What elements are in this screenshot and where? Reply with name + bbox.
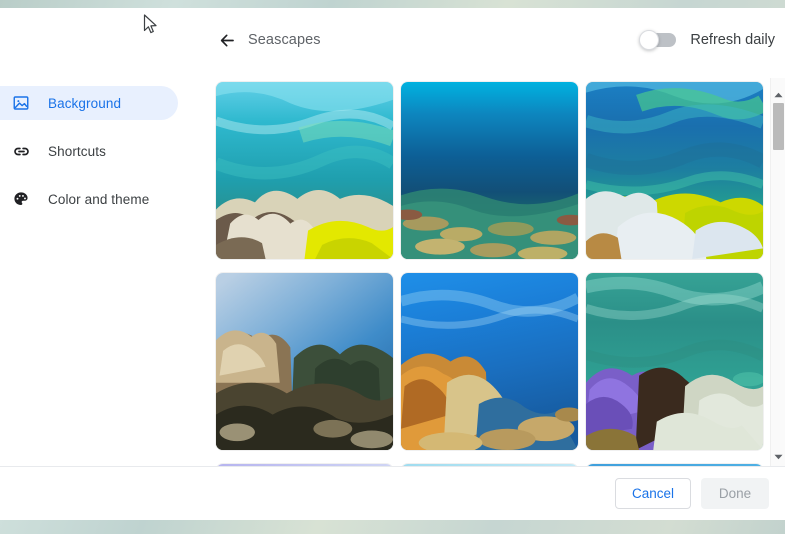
- refresh-daily-label: Refresh daily: [690, 32, 775, 48]
- seascape-thumbnail: [216, 82, 393, 259]
- refresh-daily-toggle[interactable]: [639, 30, 677, 50]
- background-tile[interactable]: [401, 82, 578, 259]
- refresh-daily-control: Refresh daily: [639, 30, 775, 50]
- sidebar-item-label: Background: [48, 95, 122, 111]
- toggle-knob: [639, 30, 660, 50]
- background-tile[interactable]: [216, 273, 393, 450]
- background-tile[interactable]: [586, 82, 763, 259]
- sidebar-item-label: Color and theme: [48, 191, 150, 207]
- cancel-button[interactable]: Cancel: [614, 478, 691, 509]
- dialog-footer: Cancel Done: [0, 467, 785, 520]
- background-tile[interactable]: [586, 273, 763, 450]
- sidebar-item-shortcuts[interactable]: Shortcuts: [0, 134, 200, 168]
- sidebar-item-label: Shortcuts: [48, 143, 106, 159]
- back-button[interactable]: [214, 30, 240, 56]
- seascape-thumbnail: [586, 82, 763, 259]
- image-icon: [10, 92, 32, 114]
- palette-icon: [10, 188, 32, 210]
- background-tile[interactable]: [401, 273, 578, 450]
- background-grid-region: [200, 78, 785, 466]
- grid-scrollbar[interactable]: [770, 78, 785, 466]
- dialog-header: Seascapes Refresh daily: [200, 8, 785, 78]
- caret-down-icon: [774, 447, 783, 465]
- caret-up-icon: [774, 85, 783, 103]
- done-button[interactable]: Done: [701, 478, 769, 509]
- link-icon: [10, 140, 32, 162]
- arrow-left-icon: [218, 31, 237, 55]
- sidebar-item-color-and-theme[interactable]: Color and theme: [0, 182, 200, 216]
- customize-chrome-dialog: Background Shortcuts Color and theme Sea…: [0, 8, 785, 520]
- scrollbar-thumb[interactable]: [773, 103, 784, 150]
- seascape-thumbnail: [401, 273, 578, 450]
- seascape-thumbnail: [401, 82, 578, 259]
- sidebar-item-background[interactable]: Background: [0, 86, 178, 120]
- seascape-thumbnail: [586, 273, 763, 450]
- scroll-down-button[interactable]: [771, 448, 785, 463]
- page-title: Seascapes: [248, 32, 321, 48]
- scroll-up-button[interactable]: [771, 86, 785, 101]
- background-tile[interactable]: [216, 82, 393, 259]
- seascape-thumbnail: [216, 273, 393, 450]
- background-grid: [200, 82, 770, 466]
- sidebar: Background Shortcuts Color and theme: [0, 8, 200, 466]
